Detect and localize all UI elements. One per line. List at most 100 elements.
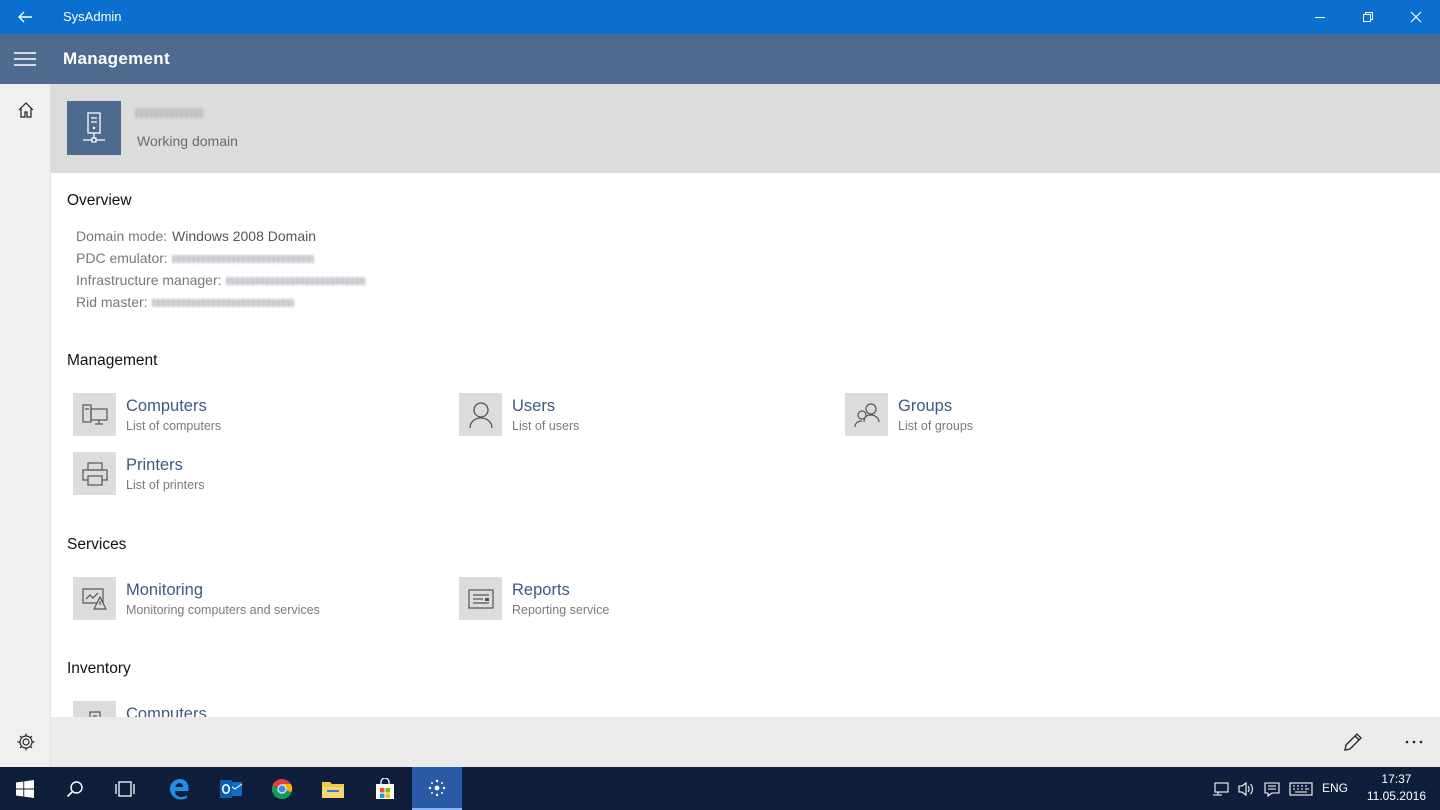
rid-label: Rid master:	[76, 294, 148, 310]
tile-subtitle: List of groups	[898, 419, 974, 433]
infrastructure-manager-row: Infrastructure manager:	[76, 272, 366, 288]
tile-groups[interactable]: Groups List of groups	[845, 393, 1205, 439]
computers-icon	[73, 393, 116, 436]
hamburger-button[interactable]	[0, 34, 50, 84]
domain-subtitle: Working domain	[137, 133, 238, 149]
edge-icon	[170, 778, 189, 799]
tile-subtitle: Monitoring computers and services	[126, 603, 320, 617]
taskbar: ENG 17:37 11.05.2016	[0, 767, 1440, 810]
tile-title: Monitoring	[126, 581, 204, 599]
more-icon	[1405, 740, 1423, 744]
task-view-icon	[115, 780, 135, 797]
tile-title: Computers	[126, 397, 207, 415]
computer-icon	[73, 701, 116, 717]
tile-title: Users	[512, 397, 556, 415]
sysadmin-app-icon	[428, 779, 446, 796]
more-button[interactable]	[1390, 717, 1438, 767]
reports-icon	[459, 577, 502, 620]
search-button[interactable]	[50, 767, 100, 810]
clock-date: 11.05.2016	[1366, 789, 1426, 803]
notification-icon	[1264, 781, 1280, 797]
action-center-tray[interactable]	[1259, 767, 1285, 810]
keyboard-icon	[1289, 781, 1313, 796]
services-heading: Services	[67, 536, 127, 553]
restore-button[interactable]	[1344, 0, 1392, 34]
infra-label: Infrastructure manager:	[76, 272, 222, 288]
main-content: Overview Domain mode: Windows 2008 Domain…	[51, 173, 1440, 717]
pdc-value-redacted	[171, 255, 314, 264]
tile-title: Computers	[126, 705, 207, 717]
printer-icon	[73, 452, 116, 495]
tile-title: Printers	[126, 456, 183, 474]
page-title: Management	[63, 49, 170, 68]
chrome-icon	[271, 778, 293, 799]
pdc-emulator-row: PDC emulator:	[76, 250, 314, 266]
minimize-icon	[1315, 17, 1325, 18]
start-button[interactable]	[0, 767, 50, 810]
tile-users[interactable]: Users List of users	[459, 393, 819, 439]
settings-button[interactable]	[0, 718, 51, 766]
pdc-label: PDC emulator:	[76, 250, 168, 266]
gear-icon	[17, 733, 34, 751]
overview-heading: Overview	[67, 192, 132, 209]
tile-title: Reports	[512, 581, 570, 599]
tile-subtitle: Reporting service	[512, 603, 610, 617]
domain-mode-row: Domain mode: Windows 2008 Domain	[76, 228, 316, 244]
title-bar: SysAdmin	[0, 0, 1440, 34]
tile-title: Groups	[898, 397, 953, 415]
close-icon	[1410, 11, 1422, 23]
domain-banner: Working domain	[51, 84, 1440, 173]
restore-icon	[1363, 12, 1373, 22]
tile-subtitle: List of users	[512, 419, 580, 433]
store-icon	[376, 777, 394, 799]
groups-icon	[845, 393, 888, 436]
task-view-button[interactable]	[100, 767, 150, 810]
infra-value-redacted	[225, 277, 366, 286]
outlook-icon	[220, 779, 243, 798]
arrow-left-icon	[18, 11, 32, 23]
pencil-icon	[1344, 733, 1362, 751]
hamburger-icon	[14, 52, 36, 66]
bottom-app-bar	[51, 717, 1440, 767]
network-tray[interactable]	[1209, 767, 1233, 810]
home-button[interactable]	[0, 86, 51, 134]
user-icon	[459, 393, 502, 436]
sysadmin-app-button[interactable]	[412, 767, 462, 810]
domain-mode-value: Windows 2008 Domain	[172, 228, 317, 244]
tile-subtitle: List of printers	[126, 478, 205, 492]
domain-mode-label: Domain mode:	[76, 228, 168, 244]
minimize-button[interactable]	[1296, 0, 1344, 34]
store-button[interactable]	[360, 767, 410, 810]
rid-value-redacted	[151, 299, 294, 308]
monitoring-icon	[73, 577, 116, 620]
tile-printers[interactable]: Printers List of printers	[73, 452, 433, 498]
chrome-button[interactable]	[257, 767, 307, 810]
tile-reports[interactable]: Reports Reporting service	[459, 577, 819, 623]
home-icon	[18, 102, 33, 118]
search-icon	[66, 780, 83, 797]
folder-icon	[322, 781, 344, 798]
edit-button[interactable]	[1329, 717, 1377, 767]
clock-time: 17:37	[1381, 772, 1412, 786]
language-indicator[interactable]: ENG	[1322, 767, 1348, 810]
domain-name-redacted	[135, 108, 203, 118]
volume-tray[interactable]	[1234, 767, 1258, 810]
back-button[interactable]	[0, 0, 50, 34]
window-title: SysAdmin	[63, 9, 122, 24]
page-header: Management	[0, 34, 1440, 84]
clock[interactable]: 17:37 11.05.2016	[1367, 771, 1426, 805]
tile-inventory-computers[interactable]: Computers	[73, 701, 433, 717]
windows-icon	[16, 779, 34, 798]
tile-monitoring[interactable]: Monitoring Monitoring computers and serv…	[73, 577, 433, 623]
nav-rail	[0, 84, 51, 767]
close-button[interactable]	[1392, 0, 1440, 34]
inventory-heading: Inventory	[67, 660, 131, 677]
speaker-icon	[1238, 781, 1253, 796]
keyboard-tray[interactable]	[1286, 767, 1316, 810]
tile-computers[interactable]: Computers List of computers	[73, 393, 433, 439]
file-explorer-button[interactable]	[308, 767, 358, 810]
edge-button[interactable]	[154, 767, 204, 810]
outlook-button[interactable]	[206, 767, 256, 810]
rid-master-row: Rid master:	[76, 294, 294, 310]
management-heading: Management	[67, 352, 158, 369]
